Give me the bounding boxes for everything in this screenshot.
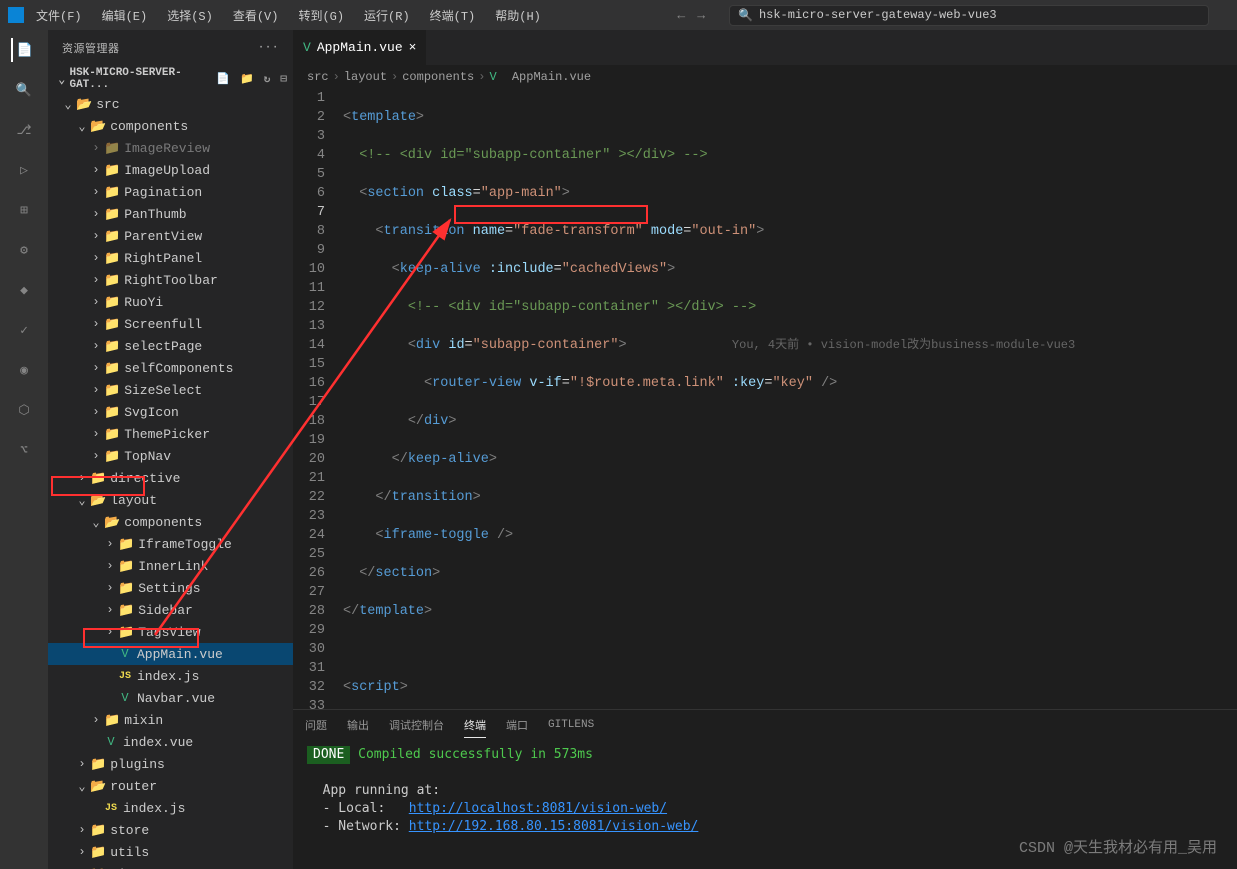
- views-folder[interactable]: ⌄📂views: [48, 863, 293, 869]
- tagsview-folder[interactable]: ›📁TagsView: [48, 621, 293, 643]
- close-tab-icon[interactable]: ×: [409, 40, 417, 55]
- panel-tab-terminal[interactable]: 终端: [464, 713, 486, 738]
- panel-tabs: 问题 输出 调试控制台 终端 端口 GITLENS: [293, 710, 1237, 740]
- terminal-output[interactable]: DONE Compiled successfully in 573ms App …: [293, 740, 1237, 869]
- command-center[interactable]: 🔍 hsk-micro-server-gateway-web-vue3: [729, 5, 1209, 26]
- refresh-icon[interactable]: ↻: [264, 72, 271, 86]
- mixin-folder[interactable]: ›📁mixin: [48, 709, 293, 731]
- activity-bar: 📄 🔍 ⎇ ▷ ⊞ ⚙ ◆ ✓ ◉ ⬡ ⌥: [0, 30, 48, 869]
- folder-rightpanel[interactable]: ›📁RightPanel: [48, 247, 293, 269]
- store-folder[interactable]: ›📁store: [48, 819, 293, 841]
- vue-file-icon: V: [303, 40, 311, 55]
- nav-back-icon[interactable]: ←: [677, 8, 685, 23]
- folder-pagination[interactable]: ›📁Pagination: [48, 181, 293, 203]
- components-folder[interactable]: ⌄📂components: [48, 115, 293, 137]
- folder-topnav[interactable]: ›📁TopNav: [48, 445, 293, 467]
- git-icon[interactable]: ⌥: [12, 438, 36, 462]
- local-url-link[interactable]: http://localhost:8081/vision-web/: [409, 801, 667, 816]
- chevron-down-icon[interactable]: ⌄: [54, 72, 69, 87]
- remote-icon[interactable]: ⚙: [12, 238, 36, 262]
- folder-cut[interactable]: ›📁ImageReview: [48, 137, 293, 159]
- menu-file[interactable]: 文件(F): [28, 3, 90, 28]
- new-file-icon[interactable]: 📄: [216, 72, 230, 86]
- folder-svgicon[interactable]: ›📁SvgIcon: [48, 401, 293, 423]
- panel-tab-ports[interactable]: 端口: [506, 713, 528, 737]
- indexvue-file[interactable]: Vindex.vue: [48, 731, 293, 753]
- line-numbers: 1234567891011121314151617181920212223242…: [293, 89, 343, 709]
- file-tree: ⌄📂src ⌄📂components ›📁ImageReview ›📁Image…: [48, 93, 293, 869]
- indexjs-file[interactable]: JSindex.js: [48, 665, 293, 687]
- innerlink-folder[interactable]: ›📁InnerLink: [48, 555, 293, 577]
- sidebar-more-icon[interactable]: ···: [258, 42, 279, 54]
- router-index-file[interactable]: JSindex.js: [48, 797, 293, 819]
- folder-imageupload[interactable]: ›📁ImageUpload: [48, 159, 293, 181]
- folder-parentview[interactable]: ›📁ParentView: [48, 225, 293, 247]
- navbar-file[interactable]: VNavbar.vue: [48, 687, 293, 709]
- search-activity-icon[interactable]: 🔍: [12, 78, 36, 102]
- folder-sizeselect[interactable]: ›📁SizeSelect: [48, 379, 293, 401]
- docker-icon[interactable]: ◆: [12, 278, 36, 302]
- layout-folder[interactable]: ⌄📂layout: [48, 489, 293, 511]
- tabs-bar: V AppMain.vue ×: [293, 30, 1237, 65]
- terminal-panel: 问题 输出 调试控制台 终端 端口 GITLENS DONE Compiled …: [293, 709, 1237, 869]
- folder-selfcomponents[interactable]: ›📁selfComponents: [48, 357, 293, 379]
- project-name: HSK-MICRO-SERVER-GAT...: [69, 67, 216, 91]
- appmain-file[interactable]: VAppMain.vue: [48, 643, 293, 665]
- collapse-icon[interactable]: ⊟: [280, 72, 287, 86]
- plugins-folder[interactable]: ›📁plugins: [48, 753, 293, 775]
- test-icon[interactable]: ✓: [12, 318, 36, 342]
- menu-help[interactable]: 帮助(H): [487, 3, 549, 28]
- titlebar: 文件(F) 编辑(E) 选择(S) 查看(V) 转到(G) 运行(R) 终端(T…: [0, 0, 1237, 30]
- folder-selectpage[interactable]: ›📁selectPage: [48, 335, 293, 357]
- panel-tab-output[interactable]: 输出: [347, 713, 369, 737]
- menu-goto[interactable]: 转到(G): [290, 3, 352, 28]
- tab-label: AppMain.vue: [317, 40, 403, 55]
- vscode-logo-icon: [8, 7, 24, 23]
- menu-select[interactable]: 选择(S): [159, 3, 221, 28]
- panel-tab-problems[interactable]: 问题: [305, 713, 327, 737]
- nav-forward-icon[interactable]: →: [697, 8, 705, 23]
- extensions-icon[interactable]: ⊞: [12, 198, 36, 222]
- folder-themepicker[interactable]: ›📁ThemePicker: [48, 423, 293, 445]
- search-icon: 🔍: [738, 8, 753, 23]
- router-folder[interactable]: ⌄📂router: [48, 775, 293, 797]
- editor-area: V AppMain.vue × src› layout› components›…: [293, 30, 1237, 869]
- utils-folder[interactable]: ›📁utils: [48, 841, 293, 863]
- folder-ruoyi[interactable]: ›📁RuoYi: [48, 291, 293, 313]
- folder-screenfull[interactable]: ›📁Screenfull: [48, 313, 293, 335]
- search-text: hsk-micro-server-gateway-web-vue3: [759, 8, 997, 22]
- ext2-icon[interactable]: ⬡: [12, 398, 36, 422]
- done-badge: DONE: [307, 746, 350, 764]
- sidebar: 资源管理器 ··· ⌄ HSK-MICRO-SERVER-GAT... 📄 📁 …: [48, 30, 293, 869]
- panel-tab-debug[interactable]: 调试控制台: [389, 713, 444, 737]
- directive-folder[interactable]: ›📁directive: [48, 467, 293, 489]
- panel-tab-gitlens[interactable]: GITLENS: [548, 715, 594, 735]
- network-url-link[interactable]: http://192.168.80.15:8081/vision-web/: [409, 819, 699, 834]
- src-folder[interactable]: ⌄📂src: [48, 93, 293, 115]
- scm-icon[interactable]: ⎇: [12, 118, 36, 142]
- explorer-icon[interactable]: 📄: [11, 38, 35, 62]
- folder-righttoolbar[interactable]: ›📁RightToolbar: [48, 269, 293, 291]
- new-folder-icon[interactable]: 📁: [240, 72, 254, 86]
- code-editor[interactable]: 1234567891011121314151617181920212223242…: [293, 89, 1237, 709]
- menu-edit[interactable]: 编辑(E): [94, 3, 156, 28]
- menu-view[interactable]: 查看(V): [225, 3, 287, 28]
- layout-components-folder[interactable]: ⌄📂components: [48, 511, 293, 533]
- breadcrumbs[interactable]: src› layout› components› V AppMain.vue: [293, 65, 1237, 89]
- code-content[interactable]: <template> <!-- <div id="subapp-containe…: [343, 89, 1237, 709]
- iframetoggle-folder[interactable]: ›📁IframeToggle: [48, 533, 293, 555]
- sidebar-title: 资源管理器: [62, 40, 120, 56]
- tab-appmain[interactable]: V AppMain.vue ×: [293, 30, 427, 65]
- folder-panthumb[interactable]: ›📁PanThumb: [48, 203, 293, 225]
- lens-icon[interactable]: ◉: [12, 358, 36, 382]
- debug-icon[interactable]: ▷: [12, 158, 36, 182]
- sidebar-folder[interactable]: ›📁Sidebar: [48, 599, 293, 621]
- settings-folder[interactable]: ›📁Settings: [48, 577, 293, 599]
- menu-terminal[interactable]: 终端(T): [422, 3, 484, 28]
- menu-run[interactable]: 运行(R): [356, 3, 418, 28]
